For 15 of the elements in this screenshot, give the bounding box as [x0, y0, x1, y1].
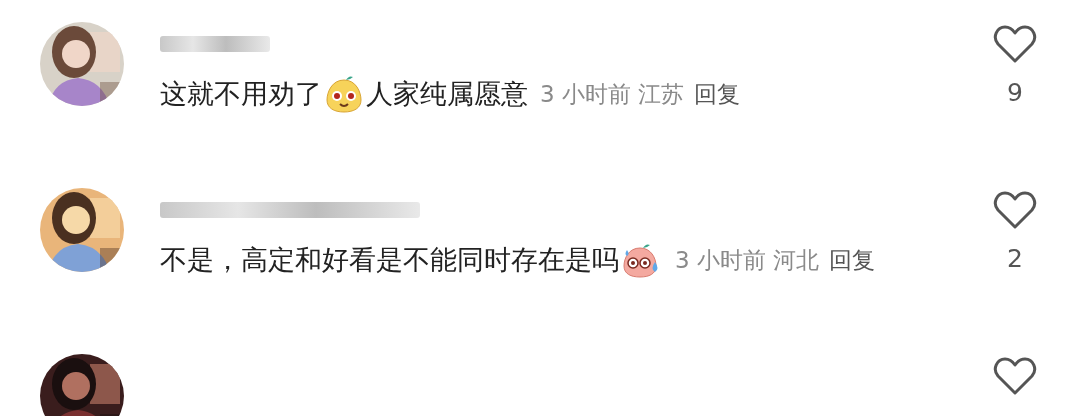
- comment-text: 这就不用劝了: [160, 77, 322, 111]
- comment-location: 河北: [773, 247, 820, 273]
- reply-link[interactable]: 回复: [829, 247, 876, 273]
- comment-time: 3 小时前: [675, 247, 766, 273]
- like-count: 2: [1007, 244, 1023, 273]
- comment-time: 3 小时前: [540, 81, 631, 107]
- comment-text: 人家纯属愿意: [366, 77, 528, 111]
- heart-icon[interactable]: [993, 190, 1037, 230]
- like-count: 9: [1007, 78, 1023, 107]
- comment-text: 不是，高定和好看是不能同时存在是吗: [160, 243, 619, 277]
- reply-link[interactable]: 回复: [694, 81, 741, 107]
- heart-icon[interactable]: [993, 24, 1037, 64]
- emoji-icon: [324, 74, 364, 114]
- heart-icon[interactable]: [993, 356, 1037, 396]
- comment-location: 江苏: [638, 81, 685, 107]
